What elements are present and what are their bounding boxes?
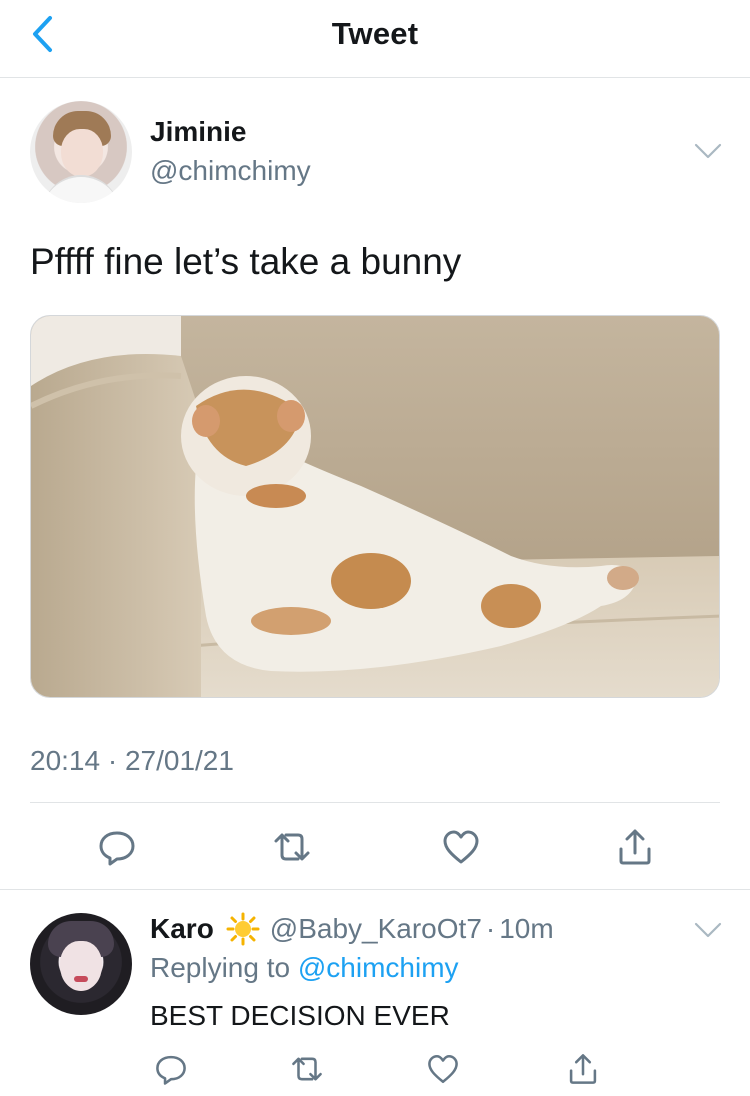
avatar-face (61, 129, 103, 177)
tweet-text: Pffff fine let’s take a bunny (30, 241, 462, 282)
reply-text: BEST DECISION EVER (150, 1000, 450, 1031)
author-name[interactable]: Jiminie (150, 116, 246, 148)
share-button[interactable] (611, 823, 659, 871)
retweet-icon (274, 833, 310, 861)
avatar-face (60, 941, 102, 991)
tweet-timestamp: 20:14 · 27/01/21 (30, 745, 234, 776)
page-title: Tweet (331, 16, 419, 51)
author-avatar[interactable] (30, 101, 132, 203)
separator-dot: · (485, 913, 496, 944)
share-icon (619, 829, 651, 865)
avatar-shirt (42, 175, 120, 203)
replying-to-mention[interactable]: @chimchimy (298, 952, 459, 983)
reply-button[interactable] (149, 1047, 193, 1091)
cat-on-sofa-image (31, 316, 719, 697)
like-button[interactable] (437, 823, 485, 871)
share-button[interactable] (561, 1047, 605, 1091)
reply-author-handle[interactable]: @Baby_KaroOt7 (270, 913, 482, 945)
like-button[interactable] (421, 1047, 465, 1091)
share-icon (569, 1054, 597, 1084)
tweet-media-image[interactable] (30, 315, 720, 698)
chevron-down-icon[interactable] (692, 137, 724, 165)
sun-emoji-icon (226, 912, 260, 946)
reply-icon (99, 831, 135, 866)
tweet-detail-screen: Tweet Jiminie @chimchimy Pffff fine let’… (0, 0, 750, 1096)
retweet-button[interactable] (268, 823, 316, 871)
reply-author-name[interactable]: Karo (150, 913, 214, 945)
tweet-action-bar (0, 823, 750, 871)
replying-to-line: Replying to @chimchimy (150, 952, 459, 984)
reply-header: Karo @Baby_KaroOt7 · 10m (150, 909, 554, 949)
author-handle[interactable]: @chimchimy (150, 155, 311, 187)
like-icon (443, 830, 479, 864)
replying-to-label: Replying to (150, 952, 291, 983)
retweet-button[interactable] (285, 1047, 329, 1091)
reply-action-bar (0, 1047, 750, 1091)
reply-icon (156, 1055, 186, 1085)
reply-button[interactable] (93, 823, 141, 871)
reply-timestamp: 10m (499, 913, 554, 944)
like-icon (428, 1054, 458, 1084)
divider (30, 802, 720, 803)
retweet-icon (292, 1057, 322, 1081)
section-divider (0, 889, 750, 890)
chevron-down-icon[interactable] (692, 916, 724, 944)
top-navigation-bar: Tweet (0, 0, 750, 78)
reply-author-avatar[interactable] (30, 913, 132, 1015)
avatar-lips (74, 976, 88, 982)
